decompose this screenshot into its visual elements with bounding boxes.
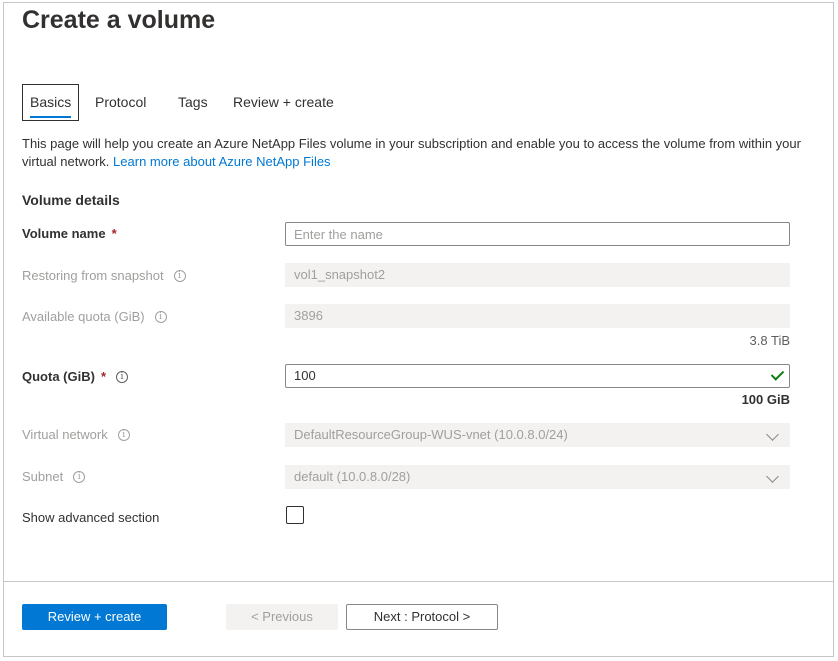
volume-name-label: Volume name * xyxy=(22,226,117,241)
show-advanced-label: Show advanced section xyxy=(22,510,160,525)
active-tab-indicator xyxy=(30,116,72,118)
tab-protocol[interactable]: Protocol xyxy=(95,84,146,121)
info-icon[interactable]: i xyxy=(154,310,167,323)
available-quota-hint: 3.8 TiB xyxy=(749,333,790,348)
quota-label: Quota (GiB) * i xyxy=(22,369,128,384)
tab-review-create[interactable]: Review + create xyxy=(233,84,334,121)
learn-more-link[interactable]: Learn more about Azure NetApp Files xyxy=(113,154,331,169)
info-icon[interactable]: i xyxy=(73,470,86,483)
checkmark-icon xyxy=(770,367,785,381)
virtual-network-value: DefaultResourceGroup-WUS-vnet (10.0.8.0/… xyxy=(294,427,568,442)
subnet-value: default (10.0.8.0/28) xyxy=(294,469,411,484)
previous-button[interactable]: < Previous xyxy=(226,604,338,630)
snapshot-label: Restoring from snapshot i xyxy=(22,268,186,283)
subnet-select[interactable]: default (10.0.8.0/28) xyxy=(285,465,790,489)
available-quota-label: Available quota (GiB) i xyxy=(22,309,167,324)
required-marker: * xyxy=(100,369,106,384)
tab-basics[interactable]: Basics xyxy=(22,84,80,121)
quota-hint: 100 GiB xyxy=(741,392,790,407)
virtual-network-select[interactable]: DefaultResourceGroup-WUS-vnet (10.0.8.0/… xyxy=(285,423,790,447)
info-icon[interactable]: i xyxy=(117,428,130,441)
section-title: Volume details xyxy=(22,192,120,208)
page-title: Create a volume xyxy=(22,6,216,34)
tab-tags[interactable]: Tags xyxy=(178,84,208,121)
subnet-label: Subnet i xyxy=(22,469,86,484)
show-advanced-checkbox[interactable] xyxy=(286,506,304,524)
chevron-down-icon xyxy=(766,470,779,483)
next-protocol-button[interactable]: Next : Protocol > xyxy=(346,604,498,630)
tab-basics-label: Basics xyxy=(30,94,72,110)
page-description: This page will help you create an Azure … xyxy=(22,135,812,171)
required-marker: * xyxy=(111,226,117,241)
info-icon[interactable]: i xyxy=(173,269,186,282)
footer-divider xyxy=(3,581,834,582)
quota-input[interactable]: 100 xyxy=(285,364,790,388)
virtual-network-label: Virtual network i xyxy=(22,427,130,442)
available-quota-field: 3896 xyxy=(285,304,790,328)
quota-value: 100 xyxy=(294,368,316,383)
review-create-button[interactable]: Review + create xyxy=(22,604,167,630)
volume-name-input[interactable] xyxy=(285,222,790,246)
snapshot-field: vol1_snapshot2 xyxy=(285,263,790,287)
chevron-down-icon xyxy=(766,428,779,441)
info-icon[interactable]: i xyxy=(116,370,128,383)
